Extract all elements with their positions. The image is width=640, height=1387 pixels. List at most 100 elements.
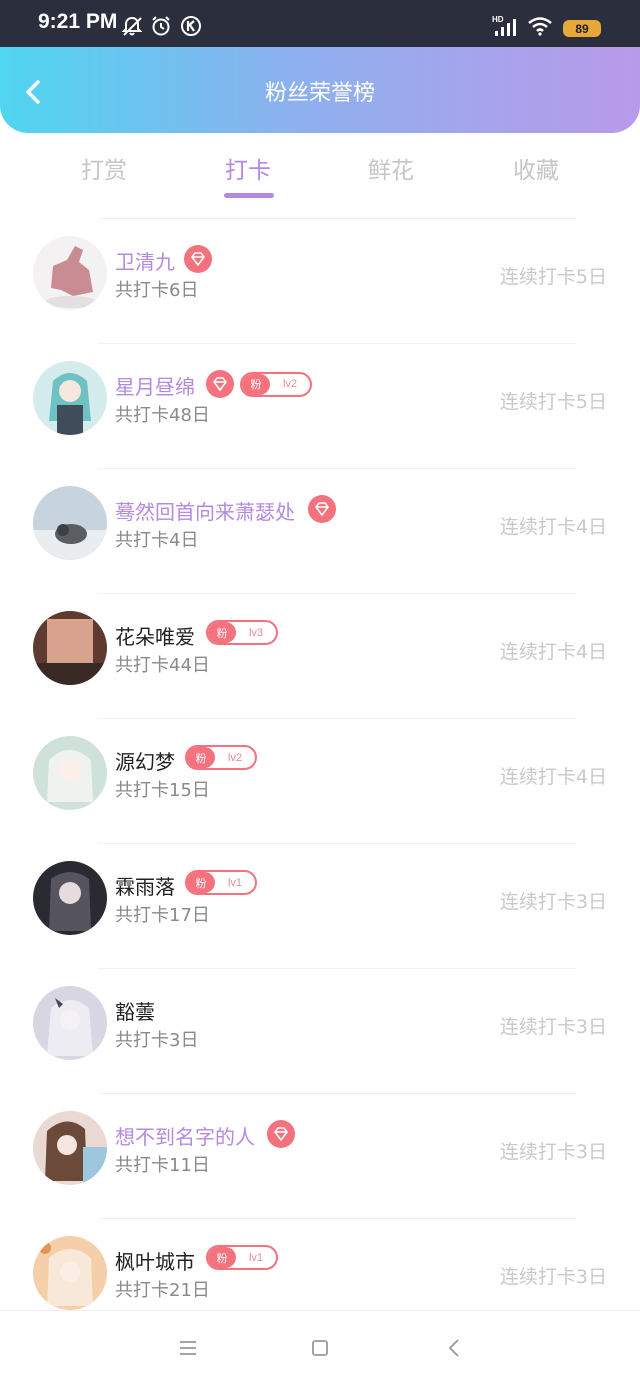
streak-days: 连续打卡5日 [499, 266, 607, 288]
menu-icon[interactable] [178, 1338, 198, 1358]
list-item[interactable]: 源幻梦 粉 lv2 共打卡15日 连续打卡4日 [0, 718, 640, 843]
diamond-icon [206, 370, 234, 398]
total-checkins: 共打卡15日 [115, 780, 210, 801]
fan-level: lv1 [248, 1251, 264, 1264]
streak-days: 连续打卡3日 [499, 891, 607, 913]
divider [98, 1093, 576, 1094]
status-time: 9:21 PM [38, 10, 118, 33]
fan-level-badge: 粉 lv2 [240, 371, 312, 397]
streak-days: 连续打卡4日 [499, 641, 607, 663]
divider [98, 468, 576, 469]
total-checkins: 共打卡4日 [115, 530, 199, 551]
tab-bar: 打赏 打卡 鲜花 收藏 [0, 133, 640, 203]
fan-level: lv2 [282, 378, 298, 390]
streak-days: 连续打卡5日 [499, 391, 607, 413]
divider [98, 843, 576, 844]
avatar[interactable] [33, 611, 107, 685]
badge-group [308, 495, 336, 523]
badge-group [184, 245, 212, 273]
badge-group [267, 1120, 295, 1148]
tab-favorites[interactable]: 收藏 [486, 151, 586, 185]
streak-days: 连续打卡4日 [499, 516, 607, 538]
diamond-icon [308, 495, 336, 523]
list-item[interactable]: 霖雨落 粉 lv1 共打卡17日 连续打卡3日 [0, 843, 640, 968]
fan-level-badge: 粉 lv1 [206, 1245, 278, 1270]
back-triangle-icon[interactable] [444, 1338, 464, 1358]
badge-group: 粉 lv3 [206, 620, 278, 645]
tab-indicator [224, 193, 274, 198]
k-circle-icon [181, 16, 201, 36]
fan-tag: 粉 [208, 622, 236, 643]
user-name: 蓦然回首向来萧瑟处 [115, 500, 295, 524]
badge-group: 粉 lv2 [206, 370, 312, 398]
list-item[interactable]: 卫清九 共打卡6日 连续打卡5日 [0, 218, 640, 343]
avatar[interactable] [33, 736, 107, 810]
diamond-icon [184, 245, 212, 273]
diamond-icon [267, 1120, 295, 1148]
fan-level-badge: 粉 lv1 [185, 870, 257, 895]
user-name: 花朵唯爱 [115, 625, 195, 649]
user-name: 星月昼绵 [115, 375, 195, 399]
avatar[interactable] [33, 486, 107, 560]
wifi-icon [528, 17, 552, 36]
signal-icon [495, 19, 516, 36]
divider [98, 343, 576, 344]
system-nav-bar [0, 1310, 640, 1387]
total-checkins: 共打卡48日 [115, 405, 210, 426]
battery-level: 89 [575, 22, 589, 36]
streak-days: 连续打卡3日 [499, 1266, 607, 1288]
tab-reward[interactable]: 打赏 [54, 151, 154, 185]
user-name: 豁蕓 [115, 1000, 155, 1024]
badge-group: 粉 lv1 [206, 1245, 278, 1270]
total-checkins: 共打卡44日 [115, 655, 210, 676]
list-item[interactable]: 想不到名字的人 共打卡11日 连续打卡3日 [0, 1093, 640, 1218]
avatar[interactable] [33, 1111, 107, 1185]
fan-level-badge: 粉 lv2 [185, 745, 257, 770]
fan-level-badge: 粉 lv3 [206, 620, 278, 645]
divider [98, 218, 576, 219]
fan-tag: 粉 [242, 373, 270, 395]
total-checkins: 共打卡11日 [115, 1155, 210, 1176]
avatar[interactable] [33, 1236, 107, 1310]
streak-days: 连续打卡4日 [499, 766, 607, 788]
page-title: 粉丝荣誉榜 [264, 81, 375, 106]
status-bar: 9:21 PM HD 89 [0, 0, 640, 47]
tab-flowers[interactable]: 鲜花 [341, 151, 441, 185]
user-name: 卫清九 [115, 250, 175, 274]
avatar[interactable] [33, 236, 107, 310]
divider [98, 593, 576, 594]
avatar[interactable] [33, 361, 107, 435]
home-square-icon[interactable] [310, 1338, 330, 1358]
list-item[interactable]: 豁蕓 共打卡3日 连续打卡3日 [0, 968, 640, 1093]
list-item[interactable]: 蓦然回首向来萧瑟处 共打卡4日 连续打卡4日 [0, 468, 640, 593]
fan-tag: 粉 [187, 747, 215, 768]
divider [98, 718, 576, 719]
alarm-icon [152, 16, 170, 36]
streak-days: 连续打卡3日 [499, 1016, 607, 1038]
fan-tag: 粉 [208, 1247, 236, 1268]
user-name: 枫叶城市 [115, 1250, 195, 1274]
badge-group: 粉 lv2 [185, 745, 257, 770]
divider [98, 968, 576, 969]
total-checkins: 共打卡21日 [115, 1280, 210, 1301]
user-name: 霖雨落 [115, 875, 175, 899]
fan-level: lv1 [227, 876, 243, 889]
avatar[interactable] [33, 861, 107, 935]
fan-tag: 粉 [187, 872, 215, 893]
fan-level: lv3 [248, 626, 264, 639]
total-checkins: 共打卡3日 [115, 1030, 199, 1051]
list-item[interactable]: 星月昼绵 粉 lv2 共打卡48日 连续打卡5日 [0, 343, 640, 468]
badge-group: 粉 lv1 [185, 870, 257, 895]
battery-icon: 89 [563, 20, 601, 37]
avatar[interactable] [33, 986, 107, 1060]
list-item[interactable]: 花朵唯爱 粉 lv3 共打卡44日 连续打卡4日 [0, 593, 640, 718]
tab-checkin[interactable]: 打卡 [198, 151, 298, 185]
streak-days: 连续打卡3日 [499, 1141, 607, 1163]
total-checkins: 共打卡6日 [115, 280, 199, 301]
header-bar: 粉丝荣誉榜 [0, 47, 640, 133]
total-checkins: 共打卡17日 [115, 905, 210, 926]
fan-level: lv2 [227, 751, 243, 764]
user-name: 想不到名字的人 [115, 1125, 255, 1149]
bell-off-icon [121, 16, 143, 36]
user-name: 源幻梦 [115, 750, 175, 774]
